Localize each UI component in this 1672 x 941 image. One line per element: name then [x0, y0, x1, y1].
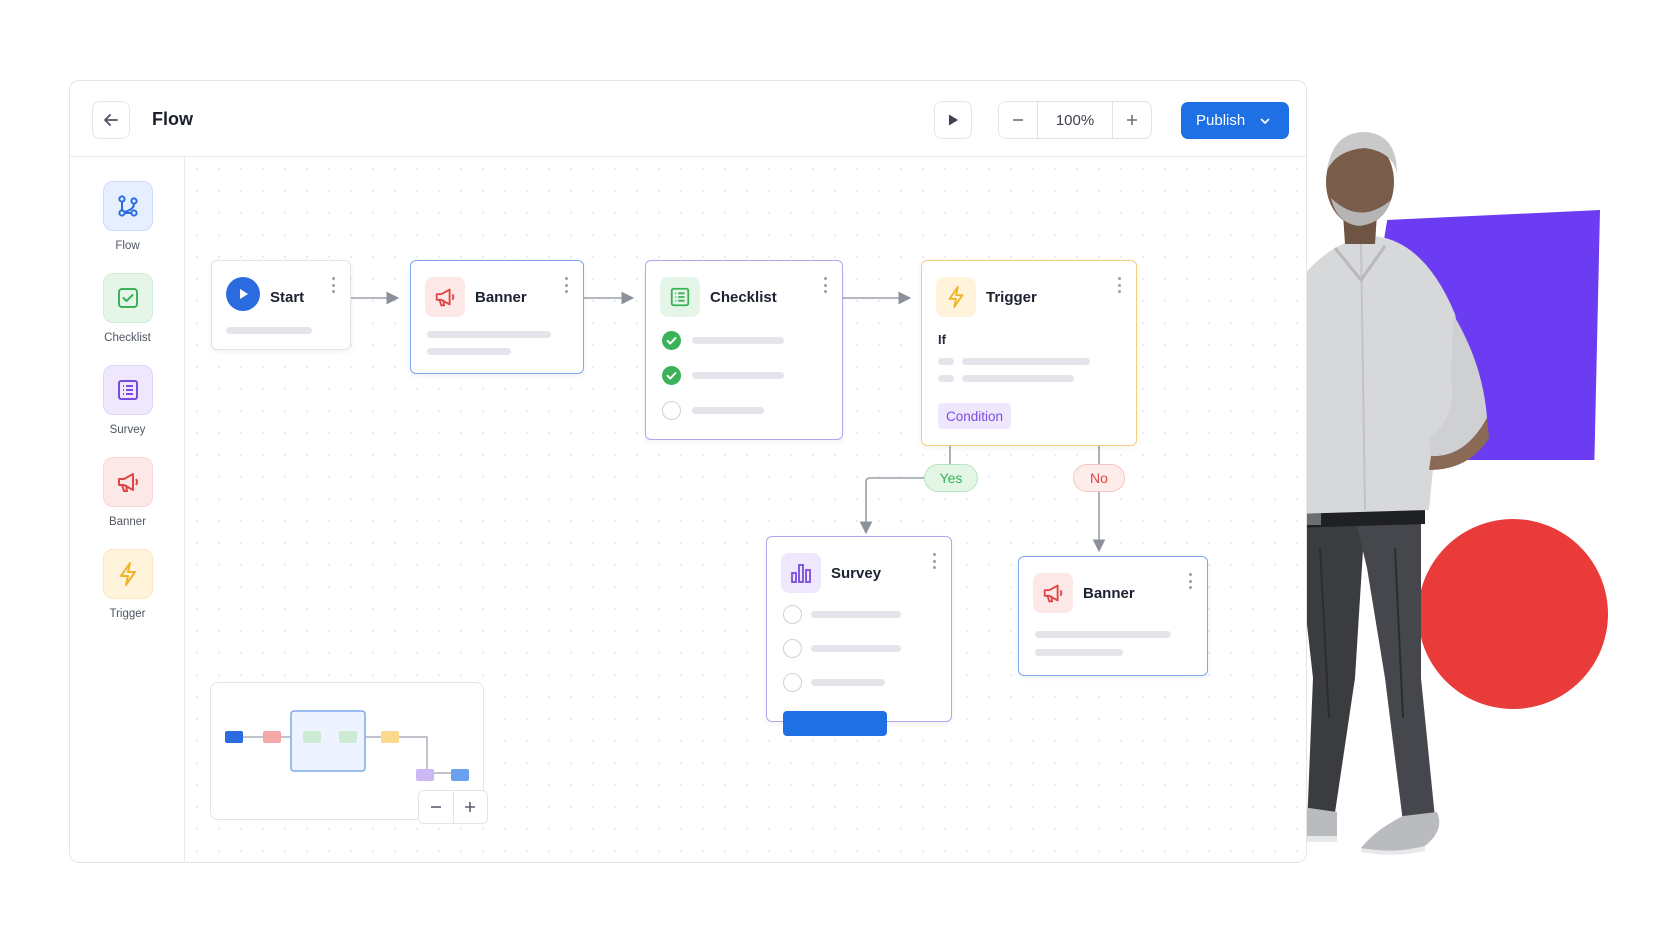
lightning-icon: [936, 277, 976, 317]
palette-item-checklist[interactable]: Checklist: [70, 273, 185, 344]
node-banner[interactable]: Banner: [410, 260, 584, 374]
branch-no-label[interactable]: No: [1073, 464, 1125, 492]
more-options-icon[interactable]: [822, 277, 828, 293]
more-options-icon[interactable]: [931, 553, 937, 569]
zoom-level: 100%: [1037, 102, 1113, 138]
node-banner-no-branch[interactable]: Banner: [1018, 556, 1208, 676]
node-trigger[interactable]: Trigger If Condition: [921, 260, 1137, 446]
checklist-item-open[interactable]: [662, 401, 681, 420]
minus-icon: [1013, 119, 1023, 121]
checklist-icon: [660, 277, 700, 317]
palette-label: Trigger: [109, 608, 146, 620]
placeholder-line: [938, 375, 954, 382]
placeholder-line: [962, 358, 1090, 365]
palette-item-banner[interactable]: Banner: [70, 457, 185, 528]
node-title: Start: [270, 289, 305, 306]
checklist-item-done[interactable]: [662, 366, 681, 385]
plus-icon: [465, 802, 476, 812]
if-label: If: [938, 332, 946, 347]
node-title: Trigger: [986, 289, 1037, 306]
palette-item-flow[interactable]: Flow: [70, 181, 185, 252]
node-checklist[interactable]: Checklist: [645, 260, 843, 440]
more-options-icon[interactable]: [1187, 573, 1193, 589]
placeholder-line: [692, 407, 764, 414]
placeholder-line: [811, 679, 885, 686]
placeholder-line: [226, 327, 312, 334]
node-title: Checklist: [710, 289, 777, 306]
checklist-icon: [102, 273, 153, 323]
minimap-zoom-in-button[interactable]: [454, 791, 488, 823]
palette-label: Banner: [108, 516, 147, 528]
placeholder-line: [692, 337, 784, 344]
branch-yes-label[interactable]: Yes: [924, 464, 978, 492]
node-start[interactable]: Start: [211, 260, 351, 350]
checklist-item-done[interactable]: [662, 331, 681, 350]
palette-label: Checklist: [104, 332, 151, 344]
app-window: Flow 100% Publish Flow Checklist Survey …: [69, 80, 1307, 863]
node-title: Survey: [831, 565, 882, 582]
minimap-zoom-control: [418, 790, 488, 824]
element-palette: Flow Checklist Survey Banner Trigger: [70, 157, 185, 863]
zoom-in-button[interactable]: [1113, 102, 1151, 138]
megaphone-icon: [1033, 573, 1073, 613]
node-survey[interactable]: Survey: [766, 536, 952, 736]
play-icon: [226, 277, 260, 311]
play-icon: [949, 114, 958, 126]
flow-canvas[interactable]: Start Banner Checklist Trigger If Condit…: [186, 158, 1307, 863]
back-button[interactable]: [92, 101, 130, 139]
palette-label: Survey: [109, 424, 146, 436]
flow-icon: [102, 181, 153, 231]
more-options-icon[interactable]: [1116, 277, 1122, 293]
survey-submit-button[interactable]: [783, 711, 887, 736]
more-options-icon[interactable]: [563, 277, 569, 293]
survey-option-radio[interactable]: [783, 639, 802, 658]
placeholder-line: [1035, 631, 1171, 638]
lightning-icon: [102, 549, 153, 599]
condition-badge[interactable]: Condition: [938, 403, 1012, 429]
node-title: Banner: [475, 289, 527, 306]
zoom-control: 100%: [998, 101, 1152, 139]
plus-icon: [1127, 115, 1137, 125]
page-title: Flow: [152, 109, 193, 129]
more-options-icon[interactable]: [330, 277, 336, 293]
arrow-left-icon: [104, 114, 118, 126]
node-title: Banner: [1083, 585, 1135, 602]
survey-option-radio[interactable]: [783, 673, 802, 692]
publish-button[interactable]: Publish: [1181, 102, 1289, 139]
palette-item-survey[interactable]: Survey: [70, 365, 185, 436]
zoom-out-button[interactable]: [999, 102, 1037, 138]
minimap-zoom-out-button[interactable]: [419, 791, 454, 823]
placeholder-line: [427, 348, 511, 355]
megaphone-icon: [425, 277, 465, 317]
placeholder-line: [811, 645, 901, 652]
megaphone-icon: [102, 457, 153, 507]
placeholder-line: [692, 372, 784, 379]
top-bar: Flow 100% Publish: [70, 81, 1306, 157]
palette-label: Flow: [115, 240, 140, 252]
bar-chart-icon: [781, 553, 821, 593]
placeholder-line: [938, 358, 954, 365]
placeholder-line: [811, 611, 901, 618]
publish-label: Publish: [1196, 112, 1246, 129]
placeholder-line: [427, 331, 551, 338]
preview-play-button[interactable]: [934, 101, 972, 139]
survey-option-radio[interactable]: [783, 605, 802, 624]
placeholder-line: [1035, 649, 1123, 656]
palette-item-trigger[interactable]: Trigger: [70, 549, 185, 620]
placeholder-line: [962, 375, 1074, 382]
survey-icon: [102, 365, 153, 415]
chevron-down-icon[interactable]: [1259, 115, 1271, 127]
minus-icon: [430, 806, 441, 808]
